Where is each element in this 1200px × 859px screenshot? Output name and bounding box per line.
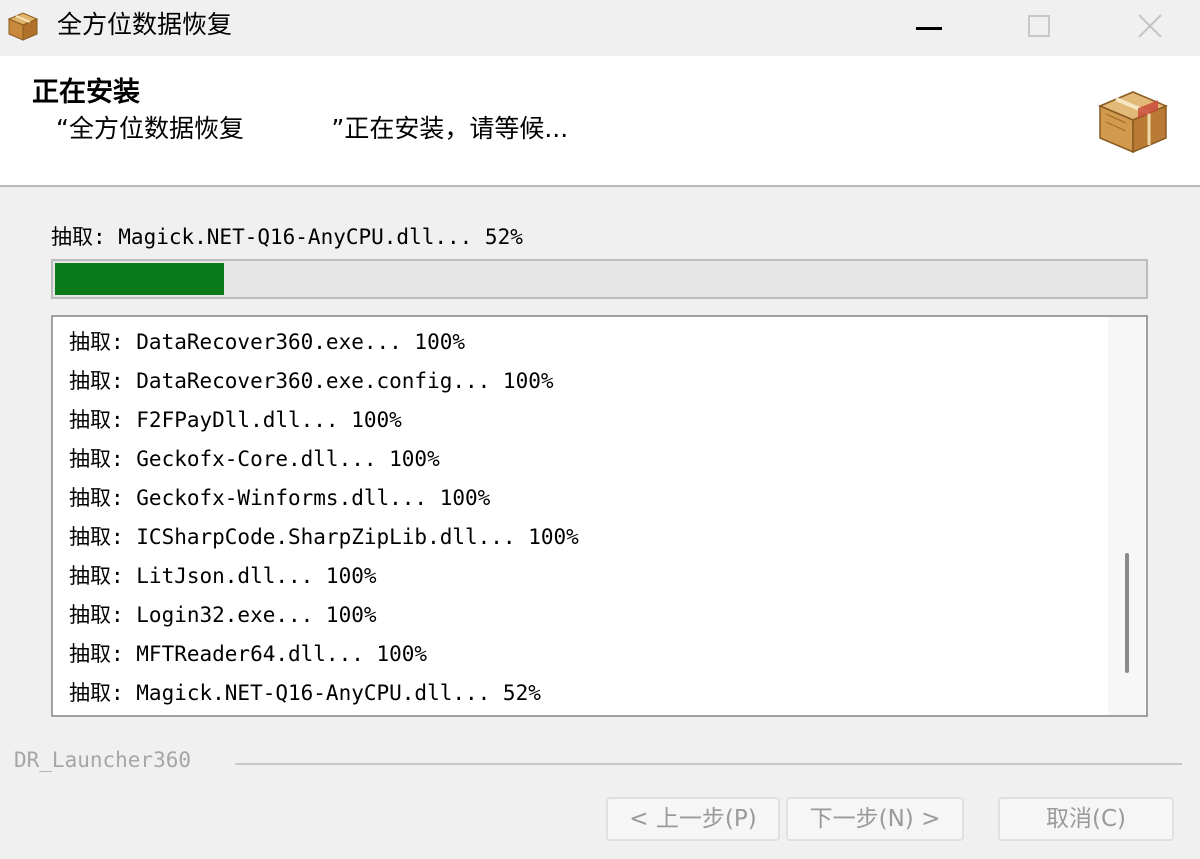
vertical-scrollbar[interactable] — [1108, 317, 1146, 715]
back-button[interactable]: < 上一步(P) — [606, 797, 780, 841]
minimize-button[interactable] — [884, 0, 974, 52]
log-item: 抽取: F2FPayDll.dll... 100% — [69, 408, 402, 432]
scrollbar-thumb[interactable] — [1125, 553, 1129, 673]
progress-bar — [51, 259, 1148, 299]
log-item: 抽取: LitJson.dll... 100% — [69, 564, 377, 588]
log-item: 抽取: Geckofx-Core.dll... 100% — [69, 447, 440, 471]
log-item: 抽取: MFTReader64.dll... 100% — [69, 642, 428, 666]
brand-label: DR_Launcher360 — [14, 748, 192, 772]
window-title: 全方位数据恢复 — [57, 10, 233, 39]
footer-divider — [235, 763, 1182, 765]
log-item: 抽取: ICSharpCode.SharpZipLib.dll... 100% — [69, 525, 579, 549]
close-button[interactable] — [1105, 0, 1195, 52]
log-item: 抽取: DataRecover360.exe.config... 100% — [69, 369, 554, 393]
current-status: 抽取: Magick.NET-Q16-AnyCPU.dll... 52% — [51, 225, 523, 249]
cancel-button[interactable]: 取消(C) — [998, 797, 1174, 841]
maximize-icon — [1028, 15, 1050, 37]
maximize-button[interactable] — [994, 0, 1084, 52]
installer-window: 全方位数据恢复 正在安装 “全方位数据恢复 ”正在安装，请等候... 抽取: M… — [0, 0, 1200, 859]
page-title: 正在安装 — [32, 77, 140, 108]
log-item: 抽取: Login32.exe... 100% — [69, 603, 377, 627]
package-box-icon — [1098, 91, 1168, 154]
log-item: 抽取: DataRecover360.exe... 100% — [69, 330, 466, 354]
close-icon — [1138, 14, 1162, 38]
log-list: 抽取: DataRecover360.exe... 100% 抽取: DataRe… — [69, 323, 579, 713]
header-panel: 正在安装 “全方位数据恢复 ”正在安装，请等候... — [0, 56, 1200, 186]
next-button[interactable]: 下一步(N) > — [786, 797, 964, 841]
progress-fill — [55, 263, 224, 295]
package-box-icon — [7, 12, 39, 41]
log-item: 抽取: Magick.NET-Q16-AnyCPU.dll... 52% — [69, 681, 541, 705]
details-list[interactable]: 抽取: DataRecover360.exe... 100% 抽取: DataRe… — [51, 315, 1148, 717]
page-subtitle: “全方位数据恢复 ”正在安装，请等候... — [56, 114, 569, 143]
title-bar: 全方位数据恢复 — [0, 0, 1200, 52]
log-item: 抽取: Geckofx-Winforms.dll... 100% — [69, 486, 491, 510]
minimize-icon — [916, 26, 942, 30]
header-divider — [0, 185, 1200, 187]
